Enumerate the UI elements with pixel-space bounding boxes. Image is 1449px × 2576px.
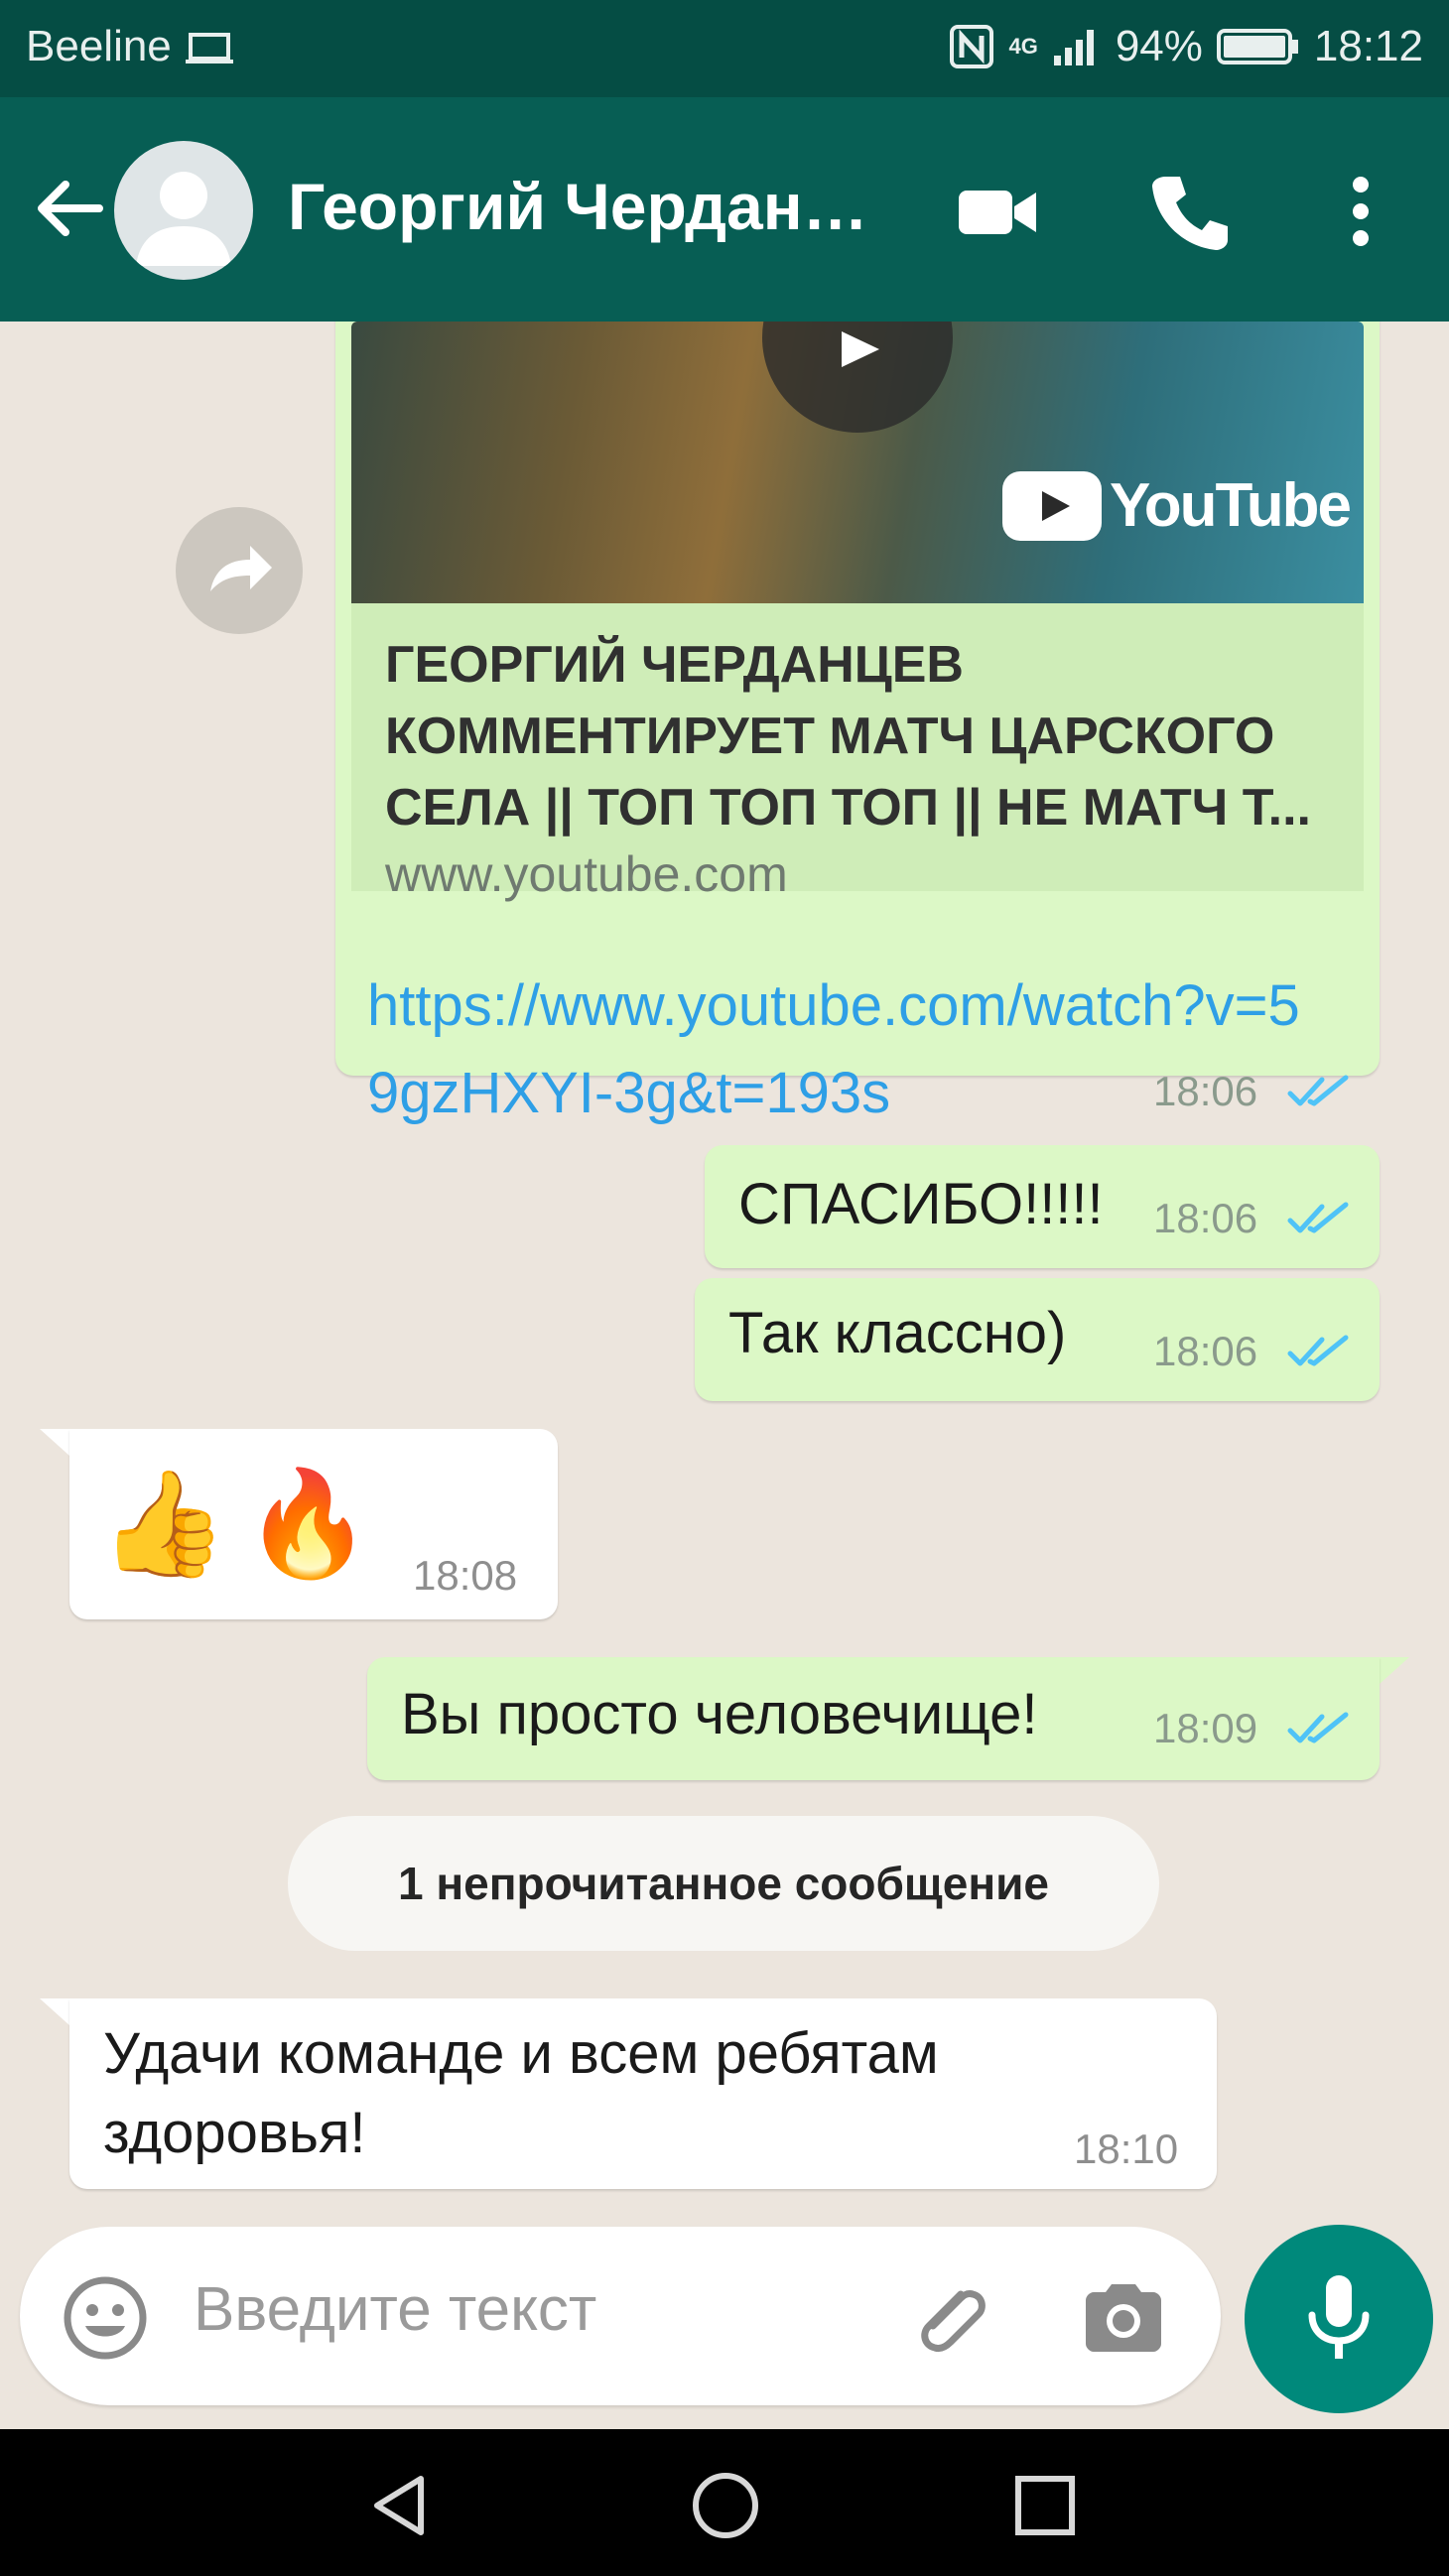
- more-vert-icon[interactable]: [1316, 167, 1405, 256]
- status-bar: Beeline 4G 94% 18:12: [0, 0, 1449, 97]
- chat-header: Георгий Черданцев: [0, 97, 1449, 322]
- message-time: 18:09: [1153, 1705, 1258, 1751]
- read-ticks-icon: [1287, 1335, 1349, 1366]
- signal-icon: [1053, 30, 1094, 65]
- read-ticks-icon: [1287, 1075, 1349, 1106]
- message-text: Так классно): [728, 1301, 1067, 1365]
- message-text-line-2: здоровья!: [103, 2101, 366, 2165]
- message-input[interactable]: Введите текст: [194, 2274, 596, 2345]
- message-time: 18:08: [413, 1552, 518, 1599]
- play-icon[interactable]: [762, 322, 953, 433]
- message-text: СПАСИБО!!!!!: [738, 1172, 1104, 1236]
- emoji-message: 👍🔥: [99, 1463, 388, 1584]
- battery-icon: [1216, 29, 1298, 64]
- link-preview-site: www.youtube.com: [385, 846, 788, 902]
- message-text-line-1: Удачи команде и всем ребятам: [103, 2021, 939, 2086]
- message-time: 18:10: [1074, 2125, 1179, 2172]
- video-call-icon[interactable]: [953, 167, 1042, 256]
- status-time: 18:12: [1313, 22, 1423, 70]
- nav-back-icon[interactable]: [365, 2471, 435, 2540]
- message-time: 18:06: [1153, 1068, 1258, 1114]
- emoji-icon[interactable]: [62, 2274, 149, 2362]
- read-ticks-icon: [1287, 1712, 1349, 1743]
- message-input-bar[interactable]: Введите текст: [20, 2227, 1221, 2405]
- message-time: 18:06: [1153, 1328, 1258, 1374]
- attach-icon[interactable]: [903, 2270, 998, 2366]
- battery-percent: 94%: [1115, 22, 1203, 70]
- youtube-thumbnail[interactable]: YouTube: [351, 322, 1364, 603]
- status-icons: 4G 94% 18:12: [949, 22, 1423, 71]
- phone-icon[interactable]: [1146, 167, 1236, 256]
- voice-message-button[interactable]: [1245, 2225, 1433, 2413]
- network-type: 4G: [1008, 34, 1038, 59]
- nav-recents-icon[interactable]: [1012, 2473, 1078, 2538]
- avatar[interactable]: [114, 141, 253, 280]
- back-arrow-icon[interactable]: [30, 169, 109, 248]
- avatar-placeholder-icon: [136, 172, 231, 266]
- message-text: Вы просто человечище!: [401, 1682, 1038, 1746]
- chat-area[interactable]: YouTube ГЕОРГИЙ ЧЕРДАНЦЕВ КОММЕНТИРУЕТ М…: [0, 322, 1449, 2429]
- nfc-icon: [950, 25, 994, 68]
- system-nav-bar: [0, 2429, 1449, 2576]
- contact-name[interactable]: Георгий Черданцев: [288, 169, 893, 244]
- read-ticks-icon: [1287, 1202, 1349, 1233]
- youtube-logo: YouTube: [1002, 470, 1352, 541]
- forward-icon[interactable]: [175, 506, 304, 635]
- link-preview-title: ГЕОРГИЙ ЧЕРДАНЦЕВ КОММЕНТИРУЕТ МАТЧ ЦАРС…: [385, 636, 1311, 837]
- unread-messages-banner: 1 непрочитанное сообщение: [288, 1816, 1159, 1951]
- nav-home-icon[interactable]: [689, 2469, 762, 2542]
- message-time: 18:06: [1153, 1195, 1258, 1241]
- laptop-icon: [186, 33, 234, 64]
- carrier-name: Beeline: [26, 22, 172, 70]
- youtube-brand: YouTube: [1110, 471, 1352, 540]
- carrier-label: Beeline: [26, 22, 235, 71]
- mic-icon: [1308, 2275, 1370, 2359]
- youtube-icon: [1002, 470, 1102, 541]
- camera-icon[interactable]: [1078, 2272, 1169, 2364]
